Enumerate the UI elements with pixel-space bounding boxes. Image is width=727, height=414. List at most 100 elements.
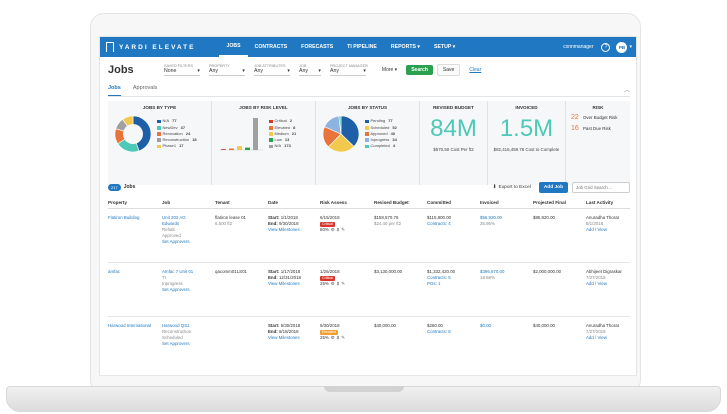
col-header[interactable]: Committed [427, 200, 480, 205]
col-header[interactable]: Invoiced [480, 200, 533, 205]
col-header[interactable]: Tenant [215, 200, 268, 205]
col-header[interactable]: Risk Assess [320, 200, 374, 205]
chevron-down-icon: ▾ [242, 68, 245, 74]
chevron-down-icon: ▾ [318, 68, 321, 74]
col-header[interactable]: Revised Budget [374, 200, 427, 205]
filter-select[interactable]: Any ▾ [254, 68, 290, 76]
top-nav: YARDI ELEVATE JOBS CONTRACTS FORECASTS T… [100, 37, 636, 57]
nav-ti-pipeline[interactable]: TI PIPELINE [340, 37, 384, 57]
col-header[interactable]: Last Activity [586, 200, 630, 205]
bar[interactable] [229, 148, 234, 150]
filter-select[interactable]: Any ▾ [209, 68, 245, 76]
filter-saved[interactable]: SAVED FILTERS None ▾ [164, 64, 200, 76]
nav-contracts[interactable]: CONTRACTS [248, 37, 295, 57]
property-link[interactable]: amfac [108, 269, 162, 316]
property-link[interactable]: Harwood International [108, 323, 162, 371]
view-milestones-link[interactable]: View Milestones [268, 227, 320, 233]
contracts-link[interactable]: Contracts: 4 [427, 221, 480, 227]
legend-swatch [365, 132, 369, 136]
legend-value: 173 [284, 143, 291, 149]
dollar-icon[interactable]: $ [337, 335, 339, 341]
bar[interactable] [221, 149, 226, 150]
edit-icon[interactable]: ✎ [341, 335, 345, 341]
panel-title: JOBS BY TYPE [142, 105, 177, 110]
revised-budget: $40,000.00 [374, 323, 396, 328]
chevron-down-icon[interactable]: ▾ [629, 44, 632, 50]
search-button[interactable]: Search [406, 65, 433, 75]
cost-per-sqft: $570.50 Cost Per ft2 [433, 147, 474, 152]
filter-job[interactable]: JOB Any ▾ [299, 64, 321, 76]
add-job-button[interactable]: Add Job [538, 181, 568, 193]
set-approvers-link[interactable]: Set Approvers [162, 341, 215, 347]
filter-project-manager[interactable]: PROJECT MANAGER Any ▾ [330, 64, 368, 76]
job-grid-search-input[interactable] [572, 181, 630, 193]
add-view-link[interactable]: Add / View [586, 281, 630, 287]
property-link[interactable]: Flatiron Building [108, 215, 162, 262]
more-button[interactable]: More ▾ [377, 65, 402, 75]
filter-job-attributes[interactable]: JOB ATTRIBUTES Any ▾ [254, 64, 290, 76]
set-approvers-link[interactable]: Set Approvers [162, 239, 215, 245]
tab-jobs[interactable]: Jobs [108, 85, 121, 96]
bar[interactable] [245, 147, 250, 150]
jobs-by-type-donut [114, 115, 152, 153]
bar[interactable] [237, 146, 242, 150]
filter-select[interactable]: Any ▾ [299, 68, 321, 76]
legend-jobs-by-risk: Critical 2 Elevated 8 Medium 21 Low 13 N/A 173 [269, 118, 296, 149]
col-header[interactable]: Job [162, 200, 215, 205]
col-header[interactable]: Property [108, 200, 162, 205]
save-button[interactable]: Save [436, 64, 461, 76]
view-milestones-link[interactable]: View Milestones [268, 335, 320, 341]
export-button[interactable]: ⬇ Export to Excel [493, 185, 531, 190]
col-header[interactable]: Projected Final [533, 200, 586, 205]
risk-over-budget[interactable]: 22 Over Budget Risk [571, 114, 625, 121]
edit-icon[interactable]: ✎ [341, 227, 345, 233]
avatar[interactable]: PB [616, 41, 628, 53]
jobs-label: Jobs [123, 184, 136, 190]
filter-select[interactable]: None ▾ [164, 68, 200, 76]
view-milestones-link[interactable]: View Milestones [268, 281, 320, 287]
col-header[interactable]: Date [268, 200, 320, 205]
dollar-icon[interactable]: $ [337, 281, 339, 287]
gear-icon[interactable]: ⚙ [331, 227, 335, 233]
nav-reports[interactable]: REPORTS ▾ [384, 37, 427, 57]
nav-jobs[interactable]: JOBS [219, 37, 248, 57]
tab-approvals[interactable]: Approvals [133, 85, 157, 96]
cost-to-complete: $82,416,459.76 Cost to Complete [493, 147, 560, 152]
nav-forecasts[interactable]: FORECASTS [294, 37, 340, 57]
legend-value: 21 [291, 130, 297, 136]
invoiced-amount[interactable]: $0.00 [480, 323, 533, 329]
clear-button[interactable]: Clear [464, 65, 486, 75]
risk-past-due[interactable]: 16 Past Due Risk [571, 125, 625, 132]
logo-text: YARDI ELEVATE [119, 43, 196, 51]
panel-invoiced: INVOICED 1.5M $82,416,459.76 Cost to Com… [488, 101, 566, 185]
logo[interactable]: YARDI ELEVATE [106, 42, 195, 52]
filter-select[interactable]: Any ▾ [330, 68, 366, 76]
nav-setup[interactable]: SETUP ▾ [427, 37, 462, 57]
legend-item[interactable]: Phase1 17 [157, 143, 197, 149]
filter-property[interactable]: PROPERTY Any ▾ [209, 64, 245, 76]
add-view-link[interactable]: Add / View [586, 227, 630, 233]
start-date: 5/30/2018 [280, 323, 301, 328]
contracts-link[interactable]: Contracts: 8 [427, 329, 480, 335]
gear-icon[interactable]: ⚙ [331, 335, 335, 341]
add-view-link[interactable]: Add / View [586, 335, 630, 341]
bar[interactable] [253, 118, 258, 150]
jobs-by-risk-bar-chart [219, 118, 263, 151]
set-approvers-link[interactable]: Set Approvers [162, 287, 215, 293]
panel-title: JOBS BY RISK LEVEL [239, 105, 288, 110]
dollar-icon[interactable]: $ [337, 227, 339, 233]
legend-swatch [365, 138, 369, 142]
end-date: 9/30/2018 [278, 221, 299, 226]
pos-link[interactable]: POs: 1 [427, 281, 480, 287]
jobs-by-status-pie [322, 115, 360, 153]
gear-icon[interactable]: ⚙ [331, 281, 335, 287]
risk-label: Over Budget Risk [583, 115, 618, 120]
risk-percent: 25% [320, 281, 329, 286]
legend-item[interactable]: N/A 173 [269, 143, 296, 149]
collapse-icon[interactable]: ︿ [624, 85, 630, 96]
legend-swatch [157, 119, 161, 124]
nav-username[interactable]: cxnnmanager [563, 44, 593, 50]
help-icon[interactable]: ? [601, 42, 611, 52]
edit-icon[interactable]: ✎ [341, 281, 345, 287]
legend-item[interactable]: Completed 4 [365, 143, 397, 149]
